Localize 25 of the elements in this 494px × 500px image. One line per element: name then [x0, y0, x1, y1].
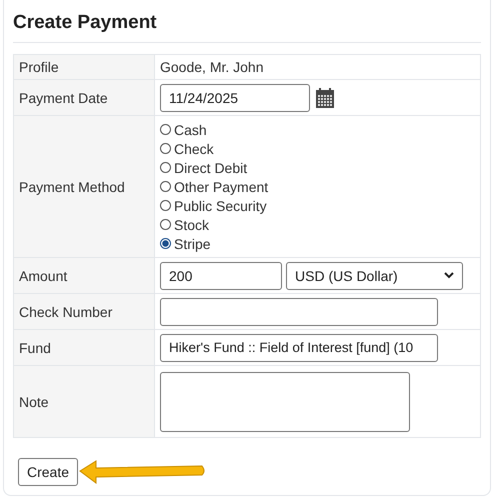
- chevron-down-icon: [444, 272, 454, 279]
- field-label: Check Number: [14, 294, 154, 330]
- amount-field[interactable]: 200: [160, 262, 282, 290]
- input-field[interactable]: Hiker's Fund :: Field of Interest [fund] (10: [160, 334, 438, 362]
- field-label: Fund: [14, 330, 154, 366]
- radio-option[interactable]: Cash: [160, 120, 475, 139]
- field-label: Payment Method: [14, 116, 154, 258]
- field-label: Amount: [14, 258, 154, 294]
- date-field[interactable]: 11/24/2025: [160, 84, 310, 112]
- radio-option[interactable]: Direct Debit: [160, 158, 475, 177]
- calendar-icon[interactable]: [316, 88, 334, 108]
- radio-option[interactable]: Stock: [160, 215, 475, 234]
- page-title: Create Payment: [13, 11, 158, 35]
- radio-option[interactable]: Stripe: [160, 234, 475, 253]
- field-label: Payment Date: [14, 80, 154, 116]
- field-label: Profile: [14, 54, 154, 80]
- note-textarea[interactable]: [160, 372, 410, 432]
- radio-option[interactable]: Other Payment: [160, 177, 475, 196]
- field-label: Note: [14, 366, 154, 438]
- radio-option[interactable]: Public Security: [160, 196, 475, 215]
- input-field[interactable]: [160, 298, 438, 326]
- currency-dropdown[interactable]: USD (US Dollar): [286, 262, 463, 290]
- create-button[interactable]: Create: [18, 458, 78, 486]
- field-value: Goode, Mr. John: [160, 59, 264, 75]
- radio-option[interactable]: Check: [160, 139, 475, 158]
